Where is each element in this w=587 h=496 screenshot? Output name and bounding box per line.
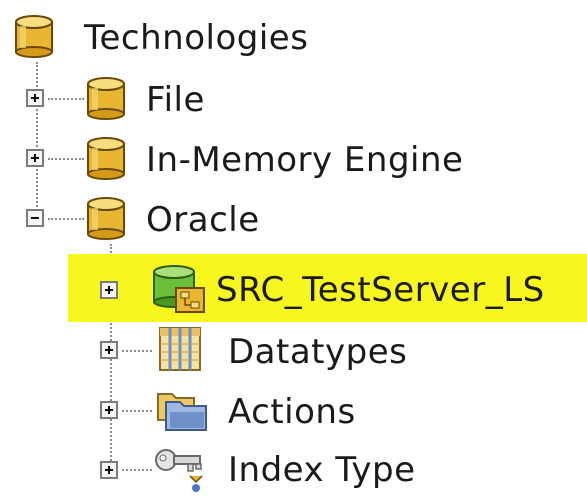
database-folder-icon xyxy=(87,197,125,240)
table-grid-icon xyxy=(159,327,201,371)
tree-label-technologies: Technologies xyxy=(84,18,309,58)
tree-label-index-type: Index Type xyxy=(228,450,416,490)
database-folder-icon xyxy=(87,137,125,180)
database-folder-icon xyxy=(15,15,53,58)
folders-icon xyxy=(157,393,207,431)
expand-toggle-actions[interactable] xyxy=(100,401,118,419)
tree-label-oracle: Oracle xyxy=(146,200,260,240)
tree-label-actions: Actions xyxy=(228,392,356,432)
logical-schema-icon xyxy=(153,265,205,313)
expand-toggle-index-type[interactable] xyxy=(100,461,118,479)
tree-node-index-type[interactable]: Index Type xyxy=(0,440,587,496)
tree-label-file: File xyxy=(146,80,205,120)
tree-node-actions[interactable]: Actions xyxy=(0,382,587,438)
tree-label-datatypes: Datatypes xyxy=(228,332,408,372)
tree-node-in-memory-engine[interactable]: In-Memory Engine xyxy=(0,130,587,186)
expand-toggle-file[interactable] xyxy=(26,89,44,107)
tree-node-oracle[interactable]: Oracle xyxy=(0,190,587,246)
technologies-tree: Technologies File In-Memory Engine Oracl… xyxy=(0,0,587,492)
expand-toggle-src-testserver-ls[interactable] xyxy=(100,281,118,299)
tree-label-src-testserver-ls: SRC_TestServer_LS xyxy=(216,270,545,310)
expand-toggle-in-memory-engine[interactable] xyxy=(26,149,44,167)
tree-label-in-memory-engine: In-Memory Engine xyxy=(146,140,464,180)
collapse-toggle-oracle[interactable] xyxy=(26,209,44,227)
tree-node-src-testserver-ls[interactable]: SRC_TestServer_LS xyxy=(0,260,587,316)
tree-root-technologies[interactable]: Technologies xyxy=(0,8,587,64)
expand-toggle-datatypes[interactable] xyxy=(100,341,118,359)
tree-node-file[interactable]: File xyxy=(0,70,587,126)
database-folder-icon xyxy=(87,77,125,120)
tree-node-datatypes[interactable]: Datatypes xyxy=(0,322,587,378)
key-icon xyxy=(155,449,203,492)
